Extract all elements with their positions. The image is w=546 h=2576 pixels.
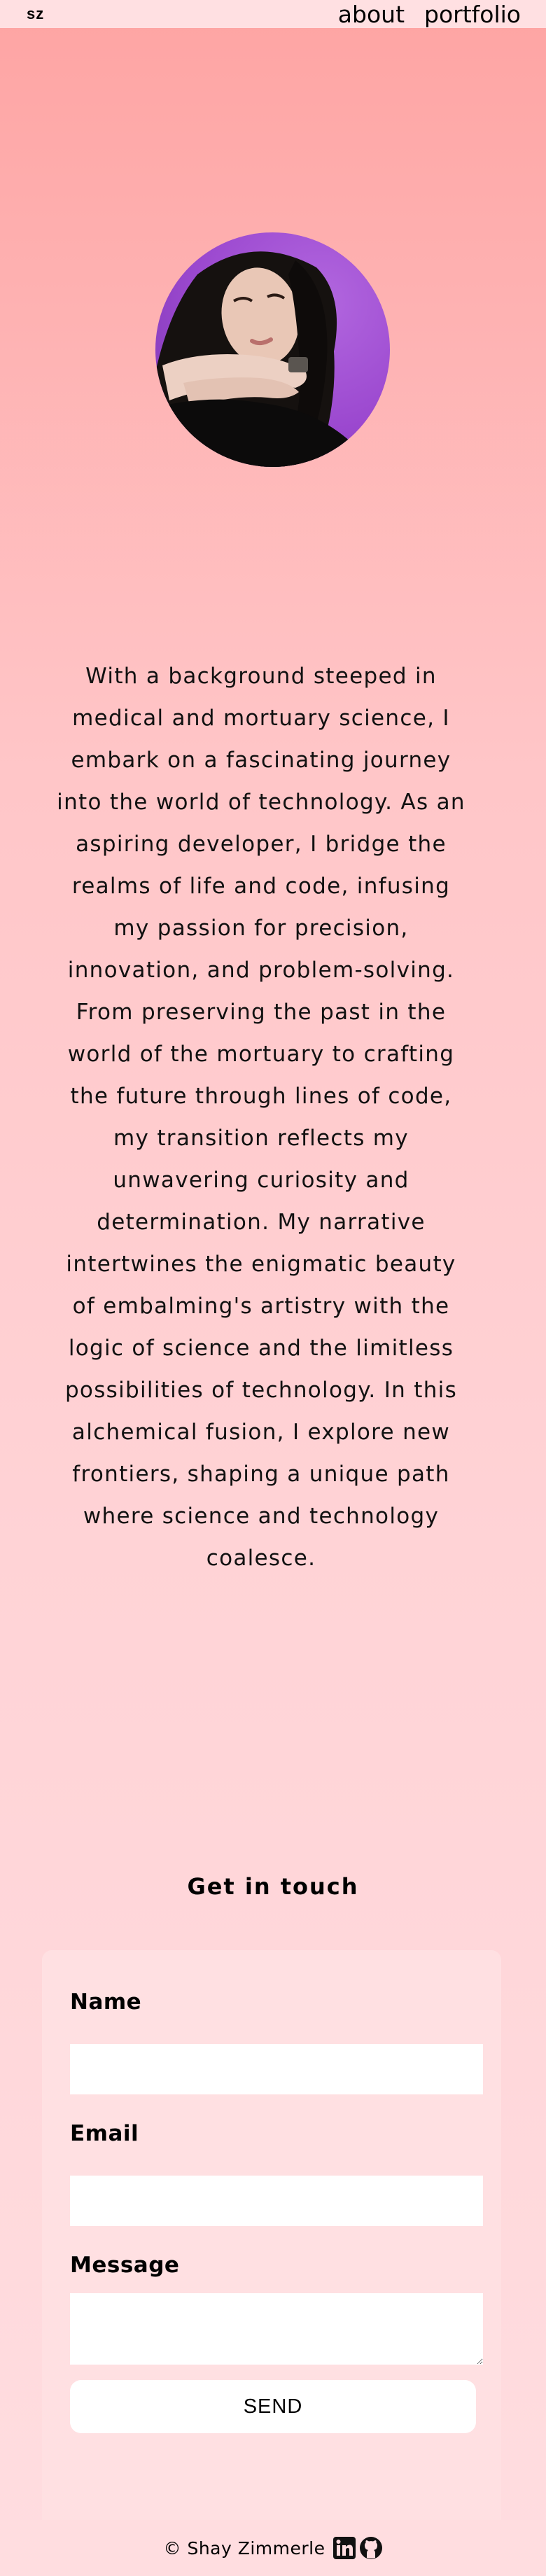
send-button[interactable]: SEND: [70, 2380, 476, 2433]
email-label: Email: [70, 2121, 139, 2146]
footer: © Shay Zimmerle: [0, 2520, 546, 2576]
name-input[interactable]: [70, 2044, 483, 2094]
name-label: Name: [70, 1989, 142, 2015]
message-label: Message: [70, 2253, 180, 2278]
top-bar: sz about portfolio: [0, 0, 546, 28]
copyright-text: © Shay Zimmerle: [163, 2538, 326, 2558]
nav-link-about[interactable]: about: [338, 1, 405, 28]
profile-avatar: [155, 232, 390, 467]
nav-link-portfolio[interactable]: portfolio: [424, 1, 521, 28]
main-nav: about portfolio: [338, 1, 521, 28]
person-portrait-icon: [155, 251, 365, 467]
site-logo[interactable]: sz: [27, 5, 44, 23]
bio-text: With a background steeped in medical and…: [57, 664, 465, 1571]
contact-form-card: [42, 1950, 501, 2552]
message-textarea[interactable]: [70, 2293, 483, 2365]
contact-title: Get in touch: [187, 1873, 359, 1900]
linkedin-icon[interactable]: [332, 2536, 356, 2560]
email-input[interactable]: [70, 2176, 483, 2226]
github-icon[interactable]: [359, 2536, 383, 2560]
